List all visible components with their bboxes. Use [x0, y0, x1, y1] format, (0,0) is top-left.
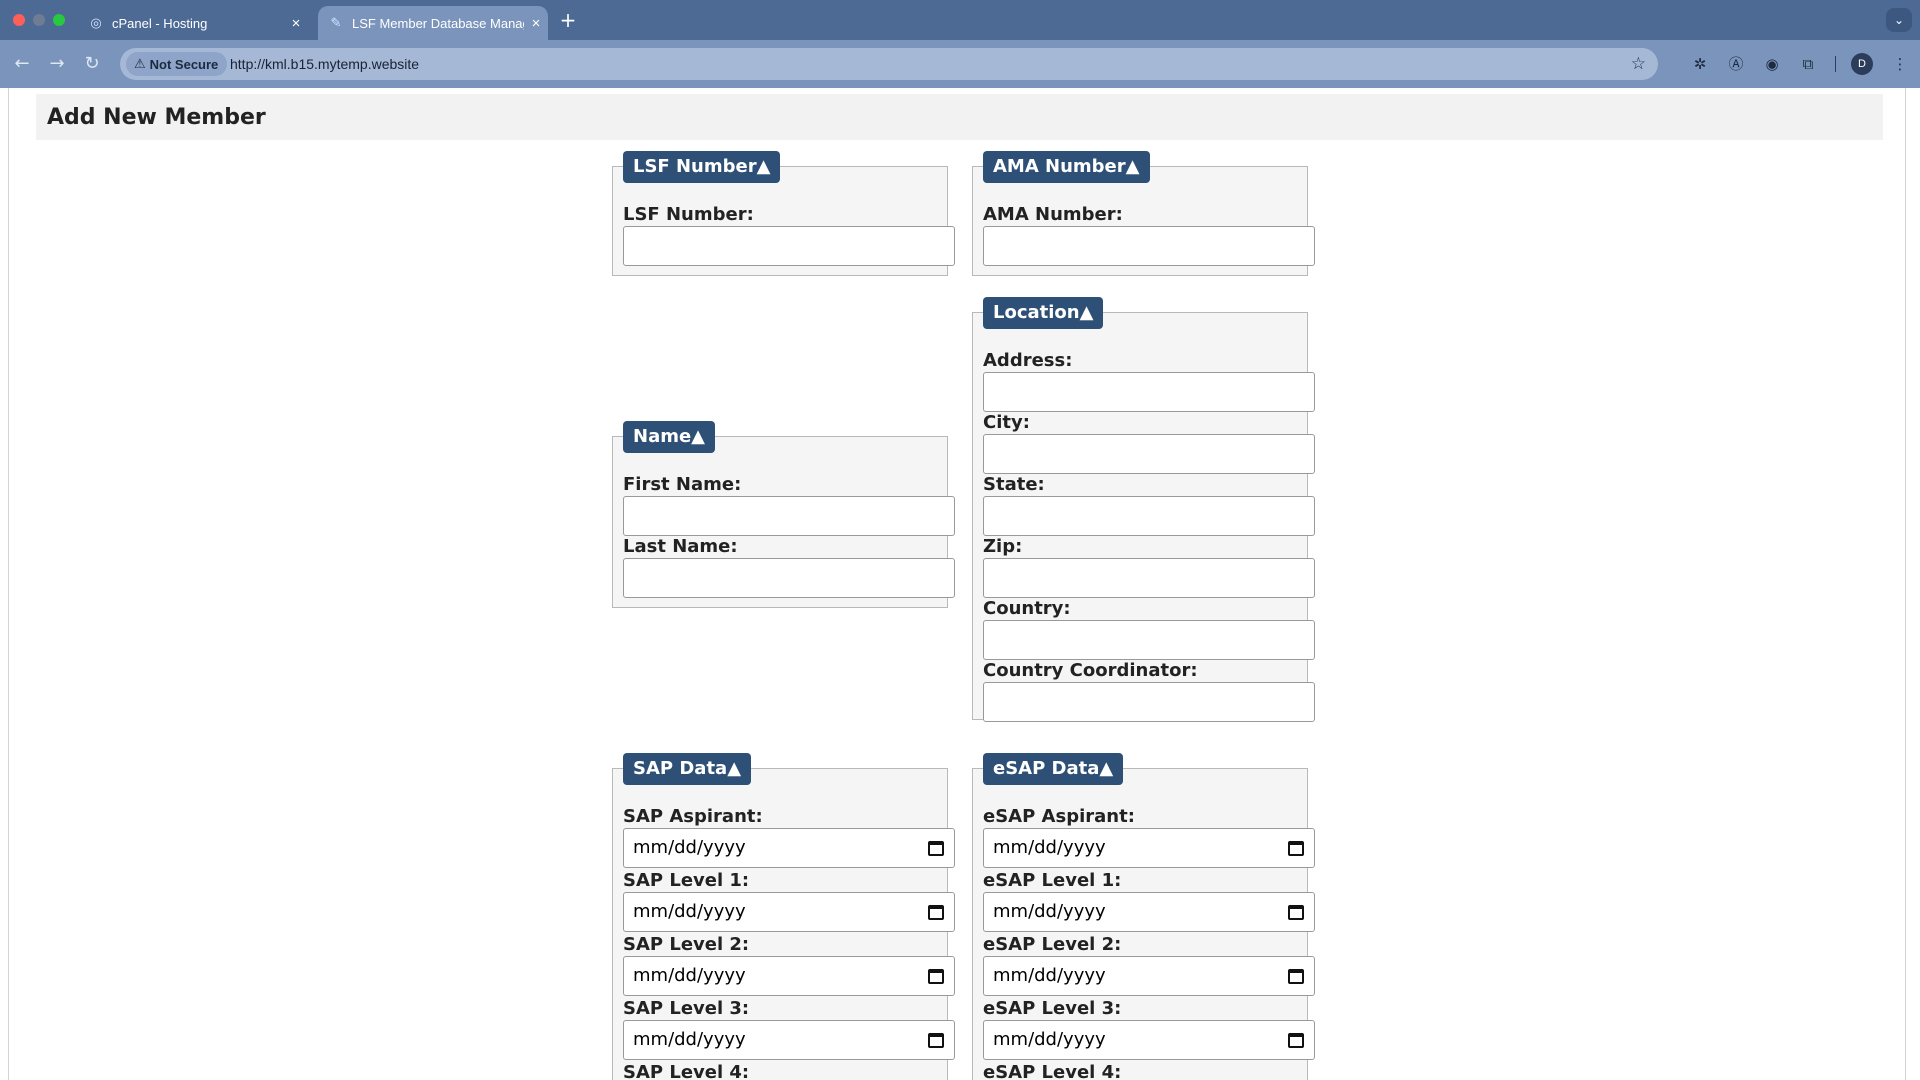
date-placeholder: mm/dd/yyyy — [993, 837, 1106, 858]
tab-title: cPanel - Hosting — [112, 15, 208, 31]
country-input[interactable] — [983, 620, 1315, 660]
tab-cpanel[interactable]: ◎ cPanel - Hosting × — [78, 6, 308, 40]
url-text[interactable]: http://kml.b15.mytemp.website — [230, 48, 419, 80]
date-placeholder: mm/dd/yyyy — [633, 901, 746, 922]
country-label: Country: — [983, 598, 1071, 619]
back-arrow-icon[interactable]: ← — [10, 52, 34, 76]
calendar-icon[interactable] — [928, 1033, 944, 1048]
country-coordinator-input[interactable] — [983, 682, 1315, 722]
sap-data-legend[interactable]: SAP Data▲ — [623, 753, 752, 785]
date-placeholder: mm/dd/yyyy — [633, 1029, 746, 1050]
name-legend[interactable]: Name▲ — [623, 421, 716, 453]
browser-toolbar: ← → ↻ ⚠ Not Secure http://kml.b15.mytemp… — [0, 40, 1920, 88]
esap-level-1-date-input[interactable]: mm/dd/yyyy — [983, 892, 1315, 932]
extensions-puzzle-icon[interactable]: ⧉ — [1796, 52, 1820, 76]
calendar-icon[interactable] — [928, 905, 944, 920]
ama-number-input[interactable] — [983, 226, 1315, 266]
sap-level-4-label: SAP Level 4: — [623, 1062, 750, 1080]
security-label: Not Secure — [149, 56, 219, 72]
ama-number-label: AMA Number: — [983, 204, 1123, 225]
lsf-number-legend[interactable]: LSF Number▲ — [623, 151, 781, 183]
profile-avatar[interactable]: D — [1851, 53, 1873, 75]
location-legend[interactable]: Location▲ — [983, 297, 1104, 329]
first-name-label: First Name: — [623, 474, 742, 495]
tab-title: LSF Member Database Management — [352, 15, 524, 31]
calendar-icon[interactable] — [1288, 905, 1304, 920]
site-favicon-icon: ✎ — [330, 15, 342, 30]
address-label: Address: — [983, 350, 1073, 371]
country-coordinator-label: Country Coordinator: — [983, 660, 1198, 681]
page-viewport: Add New Member LSF Number▲ LSF Number: A… — [0, 88, 1920, 1080]
esap-level-3-date-input[interactable]: mm/dd/yyyy — [983, 1020, 1315, 1060]
esap-aspirant-date-input[interactable]: mm/dd/yyyy — [983, 828, 1315, 868]
first-name-input[interactable] — [623, 496, 955, 536]
page-header: Add New Member — [36, 94, 1883, 140]
esap-level-2-label: eSAP Level 2: — [983, 934, 1122, 955]
extension-gear-icon[interactable]: ✲ — [1688, 52, 1712, 76]
calendar-icon[interactable] — [1288, 1033, 1304, 1048]
cpanel-favicon-icon: ◎ — [90, 15, 102, 30]
date-placeholder: mm/dd/yyyy — [993, 901, 1106, 922]
security-chip[interactable]: ⚠ Not Secure — [126, 52, 228, 76]
lsf-number-label: LSF Number: — [623, 204, 754, 225]
esap-level-2-date-input[interactable]: mm/dd/yyyy — [983, 956, 1315, 996]
sap-level-3-date-input[interactable]: mm/dd/yyyy — [623, 1020, 955, 1060]
address-bar[interactable]: ⚠ Not Secure http://kml.b15.mytemp.websi… — [120, 48, 1658, 80]
sap-level-1-label: SAP Level 1: — [623, 870, 750, 891]
last-name-label: Last Name: — [623, 536, 738, 557]
sap-aspirant-label: SAP Aspirant: — [623, 806, 763, 827]
city-input[interactable] — [983, 434, 1315, 474]
ama-number-legend[interactable]: AMA Number▲ — [983, 151, 1150, 183]
address-input[interactable] — [983, 372, 1315, 412]
tab-lsf-member-database[interactable]: ✎ LSF Member Database Management × — [318, 6, 548, 40]
window-minimize-dot[interactable] — [33, 14, 45, 26]
state-label: State: — [983, 474, 1045, 495]
sap-level-2-label: SAP Level 2: — [623, 934, 750, 955]
state-input[interactable] — [983, 496, 1315, 536]
tab-close-icon[interactable]: × — [524, 15, 548, 32]
bookmark-star-icon[interactable]: ☆ — [1631, 52, 1646, 76]
date-placeholder: mm/dd/yyyy — [993, 1029, 1106, 1050]
sap-level-3-label: SAP Level 3: — [623, 998, 750, 1019]
lsf-number-input[interactable] — [623, 226, 955, 266]
sap-level-1-date-input[interactable]: mm/dd/yyyy — [623, 892, 955, 932]
esap-data-legend[interactable]: eSAP Data▲ — [983, 753, 1124, 785]
page-title: Add New Member — [47, 105, 266, 130]
sap-level-2-date-input[interactable]: mm/dd/yyyy — [623, 956, 955, 996]
calendar-icon[interactable] — [928, 969, 944, 984]
last-name-input[interactable] — [623, 558, 955, 598]
forward-arrow-icon[interactable]: → — [45, 52, 69, 76]
reload-icon[interactable]: ↻ — [80, 52, 104, 76]
extension-a-icon[interactable]: Ⓐ — [1724, 52, 1748, 76]
extension-circle-icon[interactable]: ◉ — [1760, 52, 1784, 76]
new-tab-button[interactable]: + — [558, 8, 578, 32]
date-placeholder: mm/dd/yyyy — [633, 837, 746, 858]
toolbar-divider — [1835, 56, 1836, 72]
window-maximize-dot[interactable] — [53, 14, 65, 26]
esap-level-1-label: eSAP Level 1: — [983, 870, 1122, 891]
zip-label: Zip: — [983, 536, 1023, 557]
esap-level-4-label: eSAP Level 4: — [983, 1062, 1122, 1080]
zip-input[interactable] — [983, 558, 1315, 598]
content-frame — [8, 88, 1906, 1080]
browser-menu-icon[interactable]: ⋮ — [1888, 52, 1912, 76]
window-close-dot[interactable] — [13, 14, 25, 26]
city-label: City: — [983, 412, 1030, 433]
calendar-icon[interactable] — [928, 841, 944, 856]
date-placeholder: mm/dd/yyyy — [633, 965, 746, 986]
tab-close-icon[interactable]: × — [284, 15, 308, 32]
tab-search-chevron-icon[interactable]: ⌄ — [1886, 8, 1912, 32]
browser-tab-strip: ◎ cPanel - Hosting × ✎ LSF Member Databa… — [0, 0, 1920, 40]
calendar-icon[interactable] — [1288, 969, 1304, 984]
sap-aspirant-date-input[interactable]: mm/dd/yyyy — [623, 828, 955, 868]
warning-triangle-icon: ⚠ — [134, 56, 146, 71]
esap-level-3-label: eSAP Level 3: — [983, 998, 1122, 1019]
calendar-icon[interactable] — [1288, 841, 1304, 856]
esap-aspirant-label: eSAP Aspirant: — [983, 806, 1135, 827]
date-placeholder: mm/dd/yyyy — [993, 965, 1106, 986]
